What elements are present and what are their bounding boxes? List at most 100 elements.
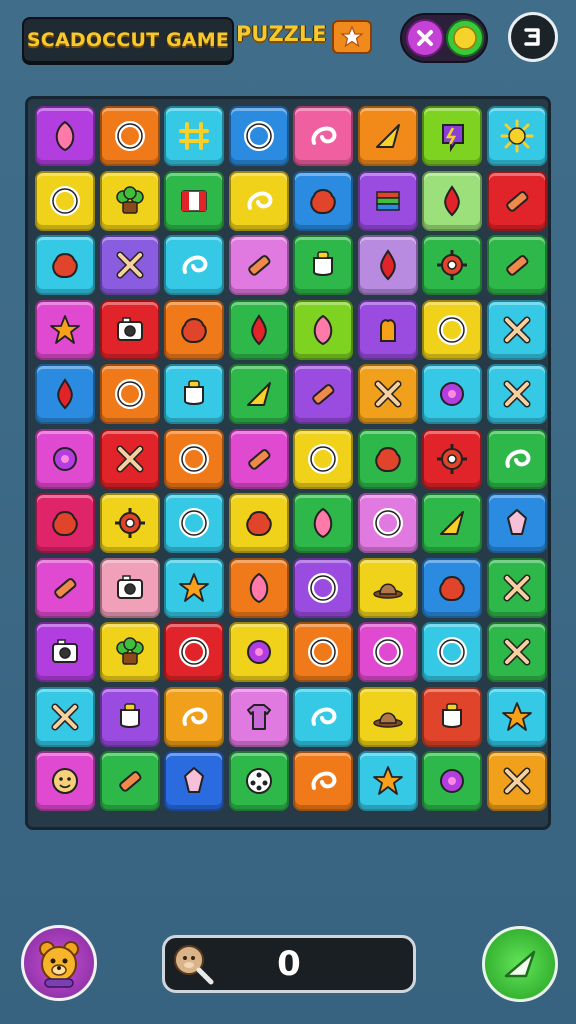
tile-r3-c6[interactable] bbox=[357, 235, 418, 295]
tile-r8-c5[interactable] bbox=[293, 557, 353, 618]
tile-r5-c1[interactable] bbox=[35, 364, 95, 424]
tile-r6-c8[interactable] bbox=[486, 428, 547, 489]
play-button[interactable] bbox=[482, 926, 558, 1002]
tile-r1-c1[interactable] bbox=[35, 106, 95, 166]
blob-icon bbox=[181, 317, 207, 343]
tile-r8-c7[interactable] bbox=[422, 557, 482, 618]
tile-r9-c1[interactable] bbox=[35, 622, 95, 682]
tile-r4-c6[interactable] bbox=[357, 299, 418, 360]
tile-r5-c8[interactable] bbox=[486, 364, 547, 424]
tile-r4-c7[interactable] bbox=[422, 299, 482, 360]
toggle-right[interactable] bbox=[446, 19, 484, 57]
ring-icon bbox=[179, 637, 209, 667]
tile-r9-c4[interactable] bbox=[228, 622, 289, 682]
toggle-left[interactable] bbox=[406, 19, 444, 57]
tile-r3-c2[interactable] bbox=[99, 235, 160, 295]
tile-r2-c8[interactable] bbox=[486, 170, 547, 231]
tile-r5-c3[interactable] bbox=[164, 364, 224, 424]
tile-r3-c1[interactable] bbox=[35, 235, 95, 295]
tile-r7-c6[interactable] bbox=[357, 493, 418, 553]
tile-r7-c5[interactable] bbox=[293, 493, 353, 553]
tile-r11-c7[interactable] bbox=[422, 751, 482, 811]
tile-r5-c2[interactable] bbox=[99, 364, 160, 424]
tile-r8-c8[interactable] bbox=[486, 557, 547, 618]
tile-r10-c7[interactable] bbox=[422, 686, 482, 747]
puzzle-board bbox=[25, 96, 551, 830]
tile-r10-c4[interactable] bbox=[228, 686, 289, 747]
tile-r2-c4[interactable] bbox=[228, 170, 289, 231]
tile-r7-c2[interactable] bbox=[99, 493, 160, 553]
tile-r4-c2[interactable] bbox=[99, 299, 160, 360]
tile-r1-c5[interactable] bbox=[293, 106, 353, 166]
tile-r7-c1[interactable] bbox=[35, 493, 95, 553]
tile-r1-c3[interactable] bbox=[164, 106, 224, 166]
tile-r9-c5[interactable] bbox=[293, 622, 353, 682]
tile-r2-c2[interactable] bbox=[99, 170, 160, 231]
tile-r8-c4[interactable] bbox=[228, 557, 289, 618]
tile-r6-c7[interactable] bbox=[422, 428, 482, 489]
tile-r11-c3[interactable] bbox=[164, 751, 224, 811]
tile-r2-c6[interactable] bbox=[357, 170, 418, 231]
tile-r9-c7[interactable] bbox=[422, 622, 482, 682]
tile-r5-c6[interactable] bbox=[357, 364, 418, 424]
tile-r3-c8[interactable] bbox=[486, 235, 547, 295]
tile-r9-c2[interactable] bbox=[99, 622, 160, 682]
yellow-dot-icon bbox=[453, 26, 477, 50]
avatar-button[interactable] bbox=[21, 925, 97, 1001]
tile-r11-c6[interactable] bbox=[357, 751, 418, 811]
tile-r4-c3[interactable] bbox=[164, 299, 224, 360]
tile-r11-c2[interactable] bbox=[99, 751, 160, 811]
tile-r7-c7[interactable] bbox=[422, 493, 482, 553]
tile-r7-c3[interactable] bbox=[164, 493, 224, 553]
tile-r8-c1[interactable] bbox=[35, 557, 95, 618]
tile-r1-c6[interactable] bbox=[357, 106, 418, 166]
tile-r7-c8[interactable] bbox=[486, 493, 547, 553]
tile-r5-c7[interactable] bbox=[422, 364, 482, 424]
tile-r8-c6[interactable] bbox=[357, 557, 418, 618]
tile-r4-c4[interactable] bbox=[228, 299, 289, 360]
tile-r5-c4[interactable] bbox=[228, 364, 289, 424]
tile-r6-c1[interactable] bbox=[35, 428, 95, 489]
tile-r3-c5[interactable] bbox=[293, 235, 353, 295]
tile-r10-c6[interactable] bbox=[357, 686, 418, 747]
tile-r2-c7[interactable] bbox=[422, 170, 482, 231]
tile-r11-c5[interactable] bbox=[293, 751, 353, 811]
tile-r11-c1[interactable] bbox=[35, 751, 95, 811]
tile-r9-c6[interactable] bbox=[357, 622, 418, 682]
tile-r7-c4[interactable] bbox=[228, 493, 289, 553]
tile-r4-c5[interactable] bbox=[293, 299, 353, 360]
tile-r11-c4[interactable] bbox=[228, 751, 289, 811]
mode-toggle[interactable] bbox=[400, 13, 488, 63]
tile-r2-c3[interactable] bbox=[164, 170, 224, 231]
tile-r8-c3[interactable] bbox=[164, 557, 224, 618]
tile-r10-c1[interactable] bbox=[35, 686, 95, 747]
tile-r2-c5[interactable] bbox=[293, 170, 353, 231]
tile-r4-c1[interactable] bbox=[35, 299, 95, 360]
tile-r1-c8[interactable] bbox=[486, 106, 547, 166]
tile-r1-c7[interactable] bbox=[422, 106, 482, 166]
tile-r6-c4[interactable] bbox=[228, 428, 289, 489]
tile-r6-c6[interactable] bbox=[357, 428, 418, 489]
tile-r1-c4[interactable] bbox=[228, 106, 289, 166]
tile-r6-c5[interactable] bbox=[293, 428, 353, 489]
star-button[interactable] bbox=[332, 20, 372, 54]
tile-r6-c3[interactable] bbox=[164, 428, 224, 489]
tile-r1-c2[interactable] bbox=[99, 106, 160, 166]
tile-r11-c8[interactable] bbox=[486, 751, 547, 811]
tile-r5-c5[interactable] bbox=[293, 364, 353, 424]
tile-r3-c7[interactable] bbox=[422, 235, 482, 295]
tile-r10-c5[interactable] bbox=[293, 686, 353, 747]
exit-button[interactable] bbox=[508, 12, 558, 62]
tile-r3-c3[interactable] bbox=[164, 235, 224, 295]
tile-r10-c2[interactable] bbox=[99, 686, 160, 747]
tile-r6-c2[interactable] bbox=[99, 428, 160, 489]
tile-r3-c4[interactable] bbox=[228, 235, 289, 295]
tile-r10-c8[interactable] bbox=[486, 686, 547, 747]
tile-r9-c8[interactable] bbox=[486, 622, 547, 682]
tile-r4-c8[interactable] bbox=[486, 299, 547, 360]
tile-r8-c2[interactable] bbox=[99, 557, 160, 618]
bolt-icon bbox=[442, 124, 464, 153]
tile-r10-c3[interactable] bbox=[164, 686, 224, 747]
tile-r2-c1[interactable] bbox=[35, 170, 95, 231]
tile-r9-c3[interactable] bbox=[164, 622, 224, 682]
